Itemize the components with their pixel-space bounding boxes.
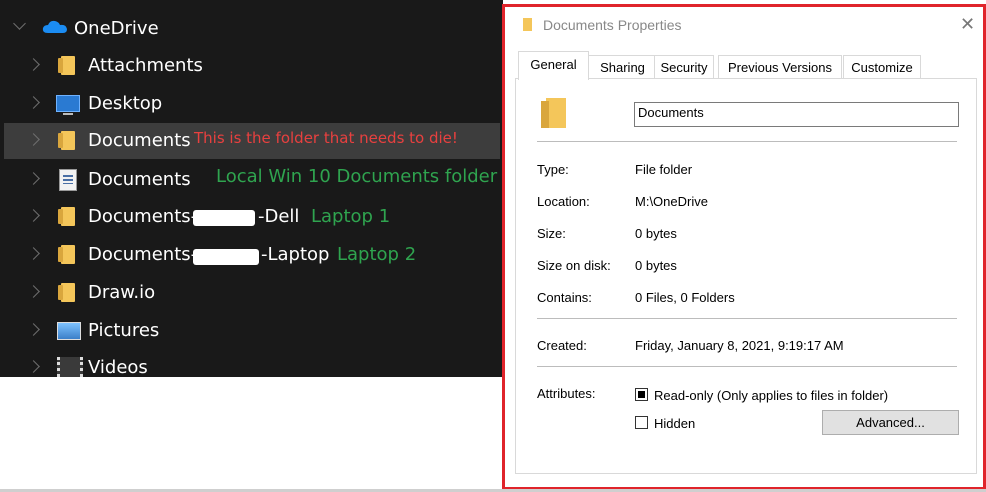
folder-name-field[interactable]: Documents xyxy=(634,102,959,127)
nav-label: Documents xyxy=(88,169,191,190)
nav-label: Pictures xyxy=(88,320,160,341)
size-value: 0 bytes xyxy=(635,226,677,241)
desktop-icon xyxy=(56,95,80,115)
attributes-label: Attributes: xyxy=(537,386,596,401)
nav-label: Documents- xyxy=(88,244,198,265)
chevron-right-icon[interactable] xyxy=(27,285,40,298)
nav-label: -Laptop xyxy=(261,244,330,265)
nav-label: Documents- xyxy=(88,206,198,227)
contains-label: Contains: xyxy=(537,290,592,305)
tab-previous-versions[interactable]: Previous Versions xyxy=(718,55,842,78)
redaction-mark xyxy=(193,210,255,226)
advanced-button[interactable]: Advanced... xyxy=(822,410,959,435)
close-icon[interactable]: ✕ xyxy=(960,15,975,33)
chevron-right-icon[interactable] xyxy=(27,209,40,222)
annotation-laptop2: Laptop 2 xyxy=(337,244,417,265)
nav-item-pictures[interactable]: Pictures xyxy=(0,313,503,349)
nav-item-desktop[interactable]: Desktop xyxy=(0,86,503,122)
nav-label: OneDrive xyxy=(74,18,159,39)
tab-security[interactable]: Security xyxy=(654,55,714,78)
annotation-laptop1: Laptop 1 xyxy=(311,206,391,227)
location-value: M:\OneDrive xyxy=(635,194,708,209)
annotation-local-documents: Local Win 10 Documents folder xyxy=(216,166,498,187)
properties-dialog: Documents Properties ✕ General Sharing S… xyxy=(502,4,986,490)
created-value: Friday, January 8, 2021, 9:19:17 AM xyxy=(635,338,844,353)
explorer-nav-pane: OneDrive Attachments Desktop Documents T… xyxy=(0,0,503,377)
chevron-right-icon[interactable] xyxy=(27,96,40,109)
chevron-right-icon[interactable] xyxy=(27,247,40,260)
nav-label: Documents xyxy=(88,130,191,151)
divider xyxy=(537,318,957,319)
nav-label: Draw.io xyxy=(88,282,156,303)
redaction-mark xyxy=(193,249,259,265)
size-on-disk-value: 0 bytes xyxy=(635,258,677,273)
chevron-right-icon[interactable] xyxy=(27,360,40,373)
divider xyxy=(537,141,957,142)
nav-label: Attachments xyxy=(88,55,203,76)
chevron-right-icon[interactable] xyxy=(27,58,40,71)
size-on-disk-label: Size on disk: xyxy=(537,258,611,273)
folder-icon xyxy=(58,207,75,226)
hidden-label: Hidden xyxy=(654,416,696,431)
chevron-right-icon[interactable] xyxy=(27,133,40,146)
nav-item-documents-dell[interactable]: Documents- -Dell Laptop 1 xyxy=(0,199,503,235)
folder-icon xyxy=(58,131,75,150)
pictures-icon xyxy=(57,322,81,340)
contains-value: 0 Files, 0 Folders xyxy=(635,290,735,305)
folder-icon xyxy=(58,56,75,75)
onedrive-cloud-icon xyxy=(42,20,67,33)
size-label: Size: xyxy=(537,226,566,241)
nav-item-documents-onedrive[interactable]: Documents This is the folder that needs … xyxy=(4,123,500,159)
divider xyxy=(537,366,957,367)
tab-general[interactable]: General xyxy=(518,51,589,80)
folder-icon xyxy=(523,18,532,31)
created-label: Created: xyxy=(537,338,587,353)
readonly-label: Read-only (Only applies to files in fold… xyxy=(654,388,889,403)
chevron-right-icon[interactable] xyxy=(27,172,40,185)
nav-item-drawio[interactable]: Draw.io xyxy=(0,275,503,311)
tab-sharing[interactable]: Sharing xyxy=(588,55,657,78)
nav-item-onedrive[interactable]: OneDrive xyxy=(0,10,503,46)
nav-label: -Dell xyxy=(258,206,300,227)
document-icon xyxy=(59,169,77,191)
folder-icon xyxy=(58,245,75,264)
nav-item-attachments[interactable]: Attachments xyxy=(0,48,503,84)
videos-icon xyxy=(57,357,83,377)
folder-icon xyxy=(58,283,75,302)
nav-item-documents-local[interactable]: Documents Local Win 10 Documents folder xyxy=(0,162,503,198)
nav-label: Videos xyxy=(88,357,148,377)
tab-customize[interactable]: Customize xyxy=(843,55,921,78)
annotation-folder-to-die: This is the folder that needs to die! xyxy=(194,129,458,147)
chevron-down-icon[interactable] xyxy=(13,17,26,30)
readonly-checkbox[interactable] xyxy=(635,388,648,401)
nav-item-documents-laptop[interactable]: Documents- -Laptop Laptop 2 xyxy=(0,237,503,273)
nav-label: Desktop xyxy=(88,93,163,114)
hidden-checkbox[interactable] xyxy=(635,416,648,429)
location-label: Location: xyxy=(537,194,590,209)
folder-icon xyxy=(541,98,566,128)
type-value: File folder xyxy=(635,162,693,177)
dialog-title: Documents Properties xyxy=(543,17,682,33)
chevron-right-icon[interactable] xyxy=(27,323,40,336)
type-label: Type: xyxy=(537,162,569,177)
nav-item-videos[interactable]: Videos xyxy=(0,350,503,377)
